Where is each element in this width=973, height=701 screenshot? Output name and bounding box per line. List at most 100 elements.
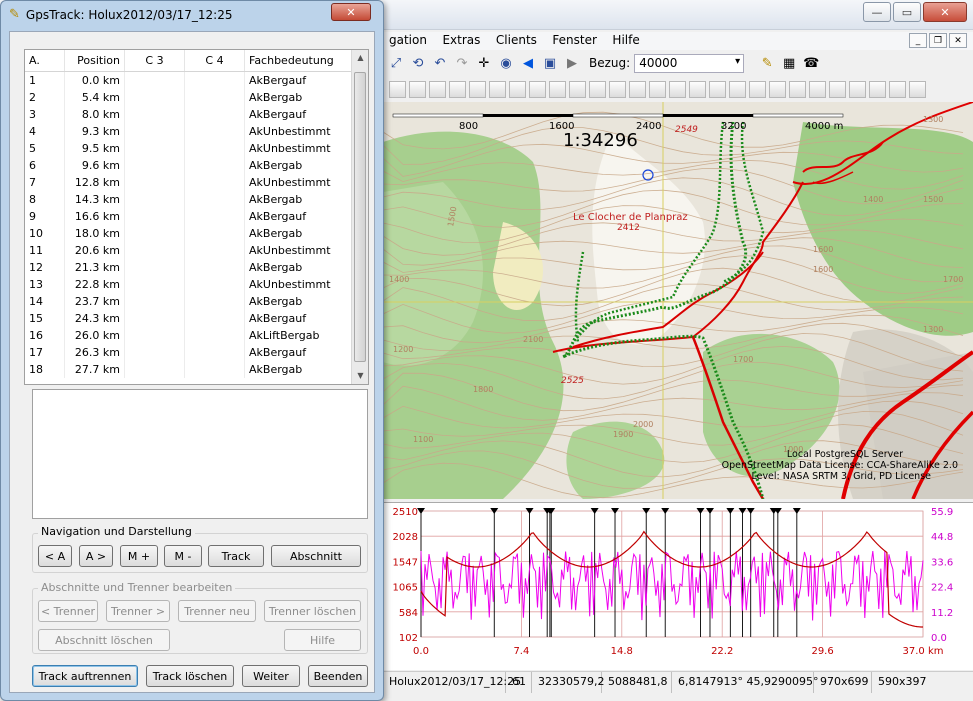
info-textbox[interactable] bbox=[32, 389, 368, 519]
tool-icon[interactable] bbox=[629, 80, 646, 98]
prev-a-button[interactable]: < A bbox=[38, 545, 72, 567]
minimize-button[interactable]: — bbox=[863, 2, 891, 22]
column-header-c3[interactable]: C 3 bbox=[125, 50, 185, 71]
next-trenner-button[interactable]: Trenner > bbox=[106, 600, 170, 622]
bezug-select[interactable]: 40000 bbox=[634, 53, 745, 73]
m-plus-button[interactable]: M + bbox=[120, 545, 158, 567]
list-item[interactable]: 8 14.3 km AkBergab bbox=[25, 191, 368, 208]
tool-icon[interactable] bbox=[869, 80, 886, 98]
tool-icon[interactable] bbox=[889, 80, 906, 98]
tool-icon[interactable] bbox=[509, 80, 526, 98]
weiter-button[interactable]: Weiter bbox=[242, 665, 300, 687]
column-header-fachbedeutung[interactable]: Fachbedeutung bbox=[245, 50, 353, 71]
film-icon[interactable]: ▦ bbox=[780, 54, 798, 72]
list-item[interactable]: 6 9.6 km AkBergab bbox=[25, 157, 368, 174]
list-item[interactable]: 2 5.4 km AkBergab bbox=[25, 89, 368, 106]
track-loeschen-button[interactable]: Track löschen bbox=[146, 665, 234, 687]
scroll-down-icon[interactable]: ▼ bbox=[352, 368, 368, 384]
scroll-thumb[interactable] bbox=[354, 72, 366, 362]
tool-icon[interactable] bbox=[669, 80, 686, 98]
list-item[interactable]: 11 20.6 km AkUnbestimmt bbox=[25, 242, 368, 259]
beenden-button[interactable]: Beenden bbox=[308, 665, 368, 687]
track-button[interactable]: Track bbox=[208, 545, 264, 567]
m-minus-button[interactable]: M - bbox=[164, 545, 202, 567]
tool-icon[interactable] bbox=[569, 80, 586, 98]
tool-icon[interactable] bbox=[649, 80, 666, 98]
column-header-position[interactable]: Position bbox=[65, 50, 125, 71]
arrow-left-icon[interactable]: ◀ bbox=[519, 54, 537, 72]
tool-icon[interactable] bbox=[709, 80, 726, 98]
tool-icon[interactable] bbox=[829, 80, 846, 98]
tool-icon[interactable] bbox=[389, 80, 406, 98]
abschnitt-loeschen-button[interactable]: Abschnitt löschen bbox=[38, 629, 170, 651]
mdi-restore-button[interactable]: ❐ bbox=[929, 33, 947, 48]
list-item[interactable]: 12 21.3 km AkBergab bbox=[25, 259, 368, 276]
dialog-close-button[interactable]: ✕ bbox=[331, 3, 371, 21]
tool-icon[interactable] bbox=[589, 80, 606, 98]
globe-icon[interactable]: ◉ bbox=[497, 54, 515, 72]
redo-icon[interactable]: ↷ bbox=[453, 54, 471, 72]
tool-icon[interactable] bbox=[689, 80, 706, 98]
list-item[interactable]: 13 22.8 km AkUnbestimmt bbox=[25, 276, 368, 293]
mdi-minimize-button[interactable]: _ bbox=[909, 33, 927, 48]
scroll-up-icon[interactable]: ▲ bbox=[352, 50, 368, 66]
list-item[interactable]: 4 9.3 km AkUnbestimmt bbox=[25, 123, 368, 140]
phone-icon[interactable]: ☎ bbox=[802, 54, 820, 72]
menu-navigation[interactable]: gation bbox=[383, 32, 433, 48]
tool-icon[interactable] bbox=[529, 80, 546, 98]
elevation-profile[interactable]: 2510 55.9 2028 44.8 1547 33.6 1065 22.4 584 11.2 1… bbox=[383, 502, 973, 670]
list-scrollbar[interactable]: ▲ ▼ bbox=[351, 50, 368, 384]
tool-icon[interactable] bbox=[609, 80, 626, 98]
tool-icon[interactable] bbox=[449, 80, 466, 98]
tool-icon[interactable] bbox=[429, 80, 446, 98]
trenner-neu-button[interactable]: Trenner neu bbox=[178, 600, 256, 622]
tool-icon[interactable] bbox=[749, 80, 766, 98]
list-item[interactable]: 9 16.6 km AkBergauf bbox=[25, 208, 368, 225]
tool-icon[interactable] bbox=[909, 80, 926, 98]
column-header-c4[interactable]: C 4 bbox=[185, 50, 245, 71]
tool-icon[interactable] bbox=[849, 80, 866, 98]
column-header-a[interactable]: A. bbox=[25, 50, 65, 71]
tool-icon[interactable] bbox=[409, 80, 426, 98]
tool-icon[interactable] bbox=[809, 80, 826, 98]
mdi-close-button[interactable]: ✕ bbox=[949, 33, 967, 48]
list-item[interactable]: 5 9.5 km AkUnbestimmt bbox=[25, 140, 368, 157]
list-item[interactable]: 18 27.7 km AkBergab bbox=[25, 361, 368, 378]
tool-icon[interactable] bbox=[729, 80, 746, 98]
menu-extras[interactable]: Extras bbox=[436, 32, 486, 48]
maximize-button[interactable]: ▭ bbox=[893, 2, 921, 22]
crosshair-icon[interactable]: ✛ bbox=[475, 54, 493, 72]
tool-icon[interactable] bbox=[469, 80, 486, 98]
list-item[interactable]: 1 0.0 km AkBergauf bbox=[25, 72, 368, 89]
menu-fenster[interactable]: Fenster bbox=[546, 32, 603, 48]
list-item[interactable]: 16 26.0 km AkLiftBergab bbox=[25, 327, 368, 344]
trenner-loeschen-button[interactable]: Trenner löschen bbox=[264, 600, 361, 622]
map-view[interactable]: 1:34296 800 1600 2400 3200 4000 m Le Clo… bbox=[383, 102, 973, 499]
tool-icon[interactable] bbox=[489, 80, 506, 98]
tool-icon[interactable] bbox=[549, 80, 566, 98]
tool-icon[interactable] bbox=[769, 80, 786, 98]
abschnitt-button[interactable]: Abschnitt bbox=[271, 545, 361, 567]
pointer-icon[interactable]: ⤢ bbox=[387, 54, 405, 72]
list-item[interactable]: 17 26.3 km AkBergauf bbox=[25, 344, 368, 361]
menu-hilfe[interactable]: Hilfe bbox=[606, 32, 645, 48]
menu-clients[interactable]: Clients bbox=[490, 32, 543, 48]
arrow-right-icon[interactable]: ▶ bbox=[563, 54, 581, 72]
list-item[interactable]: 14 23.7 km AkBergab bbox=[25, 293, 368, 310]
undo-icon[interactable]: ↶ bbox=[431, 54, 449, 72]
list-item[interactable]: 15 24.3 km AkBergauf bbox=[25, 310, 368, 327]
list-item[interactable]: 7 12.8 km AkUnbestimmt bbox=[25, 174, 368, 191]
hilfe-button[interactable]: Hilfe bbox=[284, 629, 361, 651]
prev-trenner-button[interactable]: < Trenner bbox=[38, 600, 98, 622]
close-button[interactable]: ✕ bbox=[923, 2, 967, 22]
list-item[interactable]: 3 8.0 km AkBergauf bbox=[25, 106, 368, 123]
list-item[interactable]: 10 18.0 km AkBergab bbox=[25, 225, 368, 242]
pencil-icon[interactable]: ✎ bbox=[758, 54, 776, 72]
row-c4 bbox=[185, 191, 245, 208]
rotate-icon[interactable]: ⟲ bbox=[409, 54, 427, 72]
track-auftrennen-button[interactable]: Track auftrennen bbox=[32, 665, 138, 687]
image-icon[interactable]: ▣ bbox=[541, 54, 559, 72]
tool-icon[interactable] bbox=[789, 80, 806, 98]
marker-list[interactable]: A. Position C 3 C 4 Fachbedeutung 1 0.0 k… bbox=[24, 49, 369, 385]
next-a-button[interactable]: A > bbox=[79, 545, 113, 567]
